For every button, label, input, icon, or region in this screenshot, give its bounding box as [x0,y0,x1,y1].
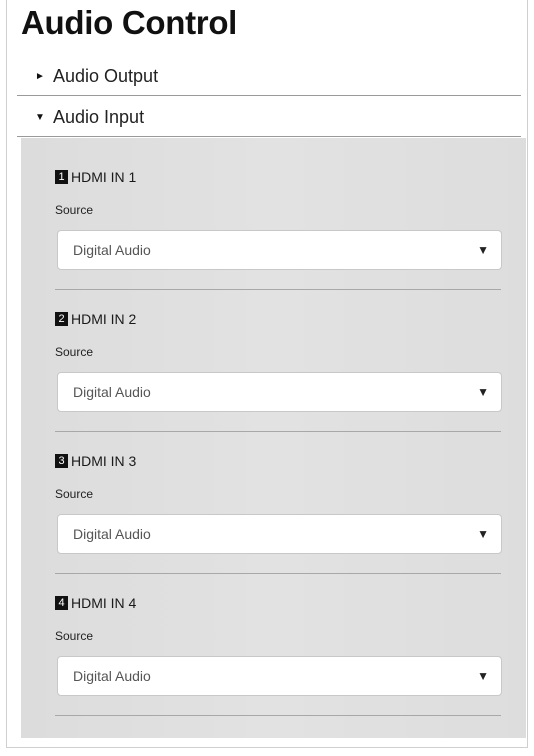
audio-input-label: Audio Input [53,107,145,127]
dropdown-caret-icon: ▼ [477,385,489,399]
audio-output-label: Audio Output [53,66,159,86]
hdmi-in-4-section: 4 HDMI IN 4 Source Digital Audio ▼ [41,564,503,716]
hdmi-in-4-title: 4 HDMI IN 4 [55,595,136,611]
hdmi-input-name: HDMI IN 1 [71,169,137,185]
input-number-badge: 2 [55,312,68,326]
hdmi-in-2-title: 2 HDMI IN 2 [55,311,136,327]
input-number-badge: 3 [55,454,68,468]
audio-input-accordion-header[interactable]: ▼ Audio Input [17,99,521,137]
source-select-value: Digital Audio [73,526,151,542]
hdmi-in-1-source-select[interactable]: Digital Audio ▼ [57,230,502,270]
hdmi-in-2-section: 2 HDMI IN 2 Source Digital Audio ▼ [41,280,503,432]
input-number-badge: 4 [55,596,68,610]
source-label: Source [55,629,94,643]
expanded-arrow-icon: ▼ [35,112,45,123]
hdmi-input-name: HDMI IN 4 [71,595,137,611]
source-select-value: Digital Audio [73,384,151,400]
hdmi-in-2-source-select[interactable]: Digital Audio ▼ [57,372,502,412]
hdmi-in-3-source-select[interactable]: Digital Audio ▼ [57,514,502,554]
source-select-value: Digital Audio [73,242,151,258]
source-label: Source [55,487,94,501]
hdmi-in-4-source-select[interactable]: Digital Audio ▼ [57,656,502,696]
audio-control-page: Audio Control ► Audio Output ▼ Audio Inp… [6,0,528,748]
dropdown-caret-icon: ▼ [477,669,489,683]
hdmi-in-3-title: 3 HDMI IN 3 [55,453,136,469]
hdmi-in-1-section: 1 HDMI IN 1 Source Digital Audio ▼ [41,138,503,290]
hdmi-input-name: HDMI IN 2 [71,311,137,327]
dropdown-caret-icon: ▼ [477,243,489,257]
collapsed-arrow-icon: ► [35,71,45,82]
audio-input-panel: 1 HDMI IN 1 Source Digital Audio ▼ 2 HDM… [21,138,526,738]
hdmi-input-name: HDMI IN 3 [71,453,137,469]
source-select-value: Digital Audio [73,668,151,684]
hdmi-in-3-section: 3 HDMI IN 3 Source Digital Audio ▼ [41,422,503,574]
section-divider [55,715,501,716]
dropdown-caret-icon: ▼ [477,527,489,541]
input-number-badge: 1 [55,170,68,184]
audio-output-accordion-header[interactable]: ► Audio Output [17,58,521,96]
source-label: Source [55,203,94,217]
source-label: Source [55,345,94,359]
page-title: Audio Control [21,4,238,41]
hdmi-in-1-title: 1 HDMI IN 1 [55,169,136,185]
